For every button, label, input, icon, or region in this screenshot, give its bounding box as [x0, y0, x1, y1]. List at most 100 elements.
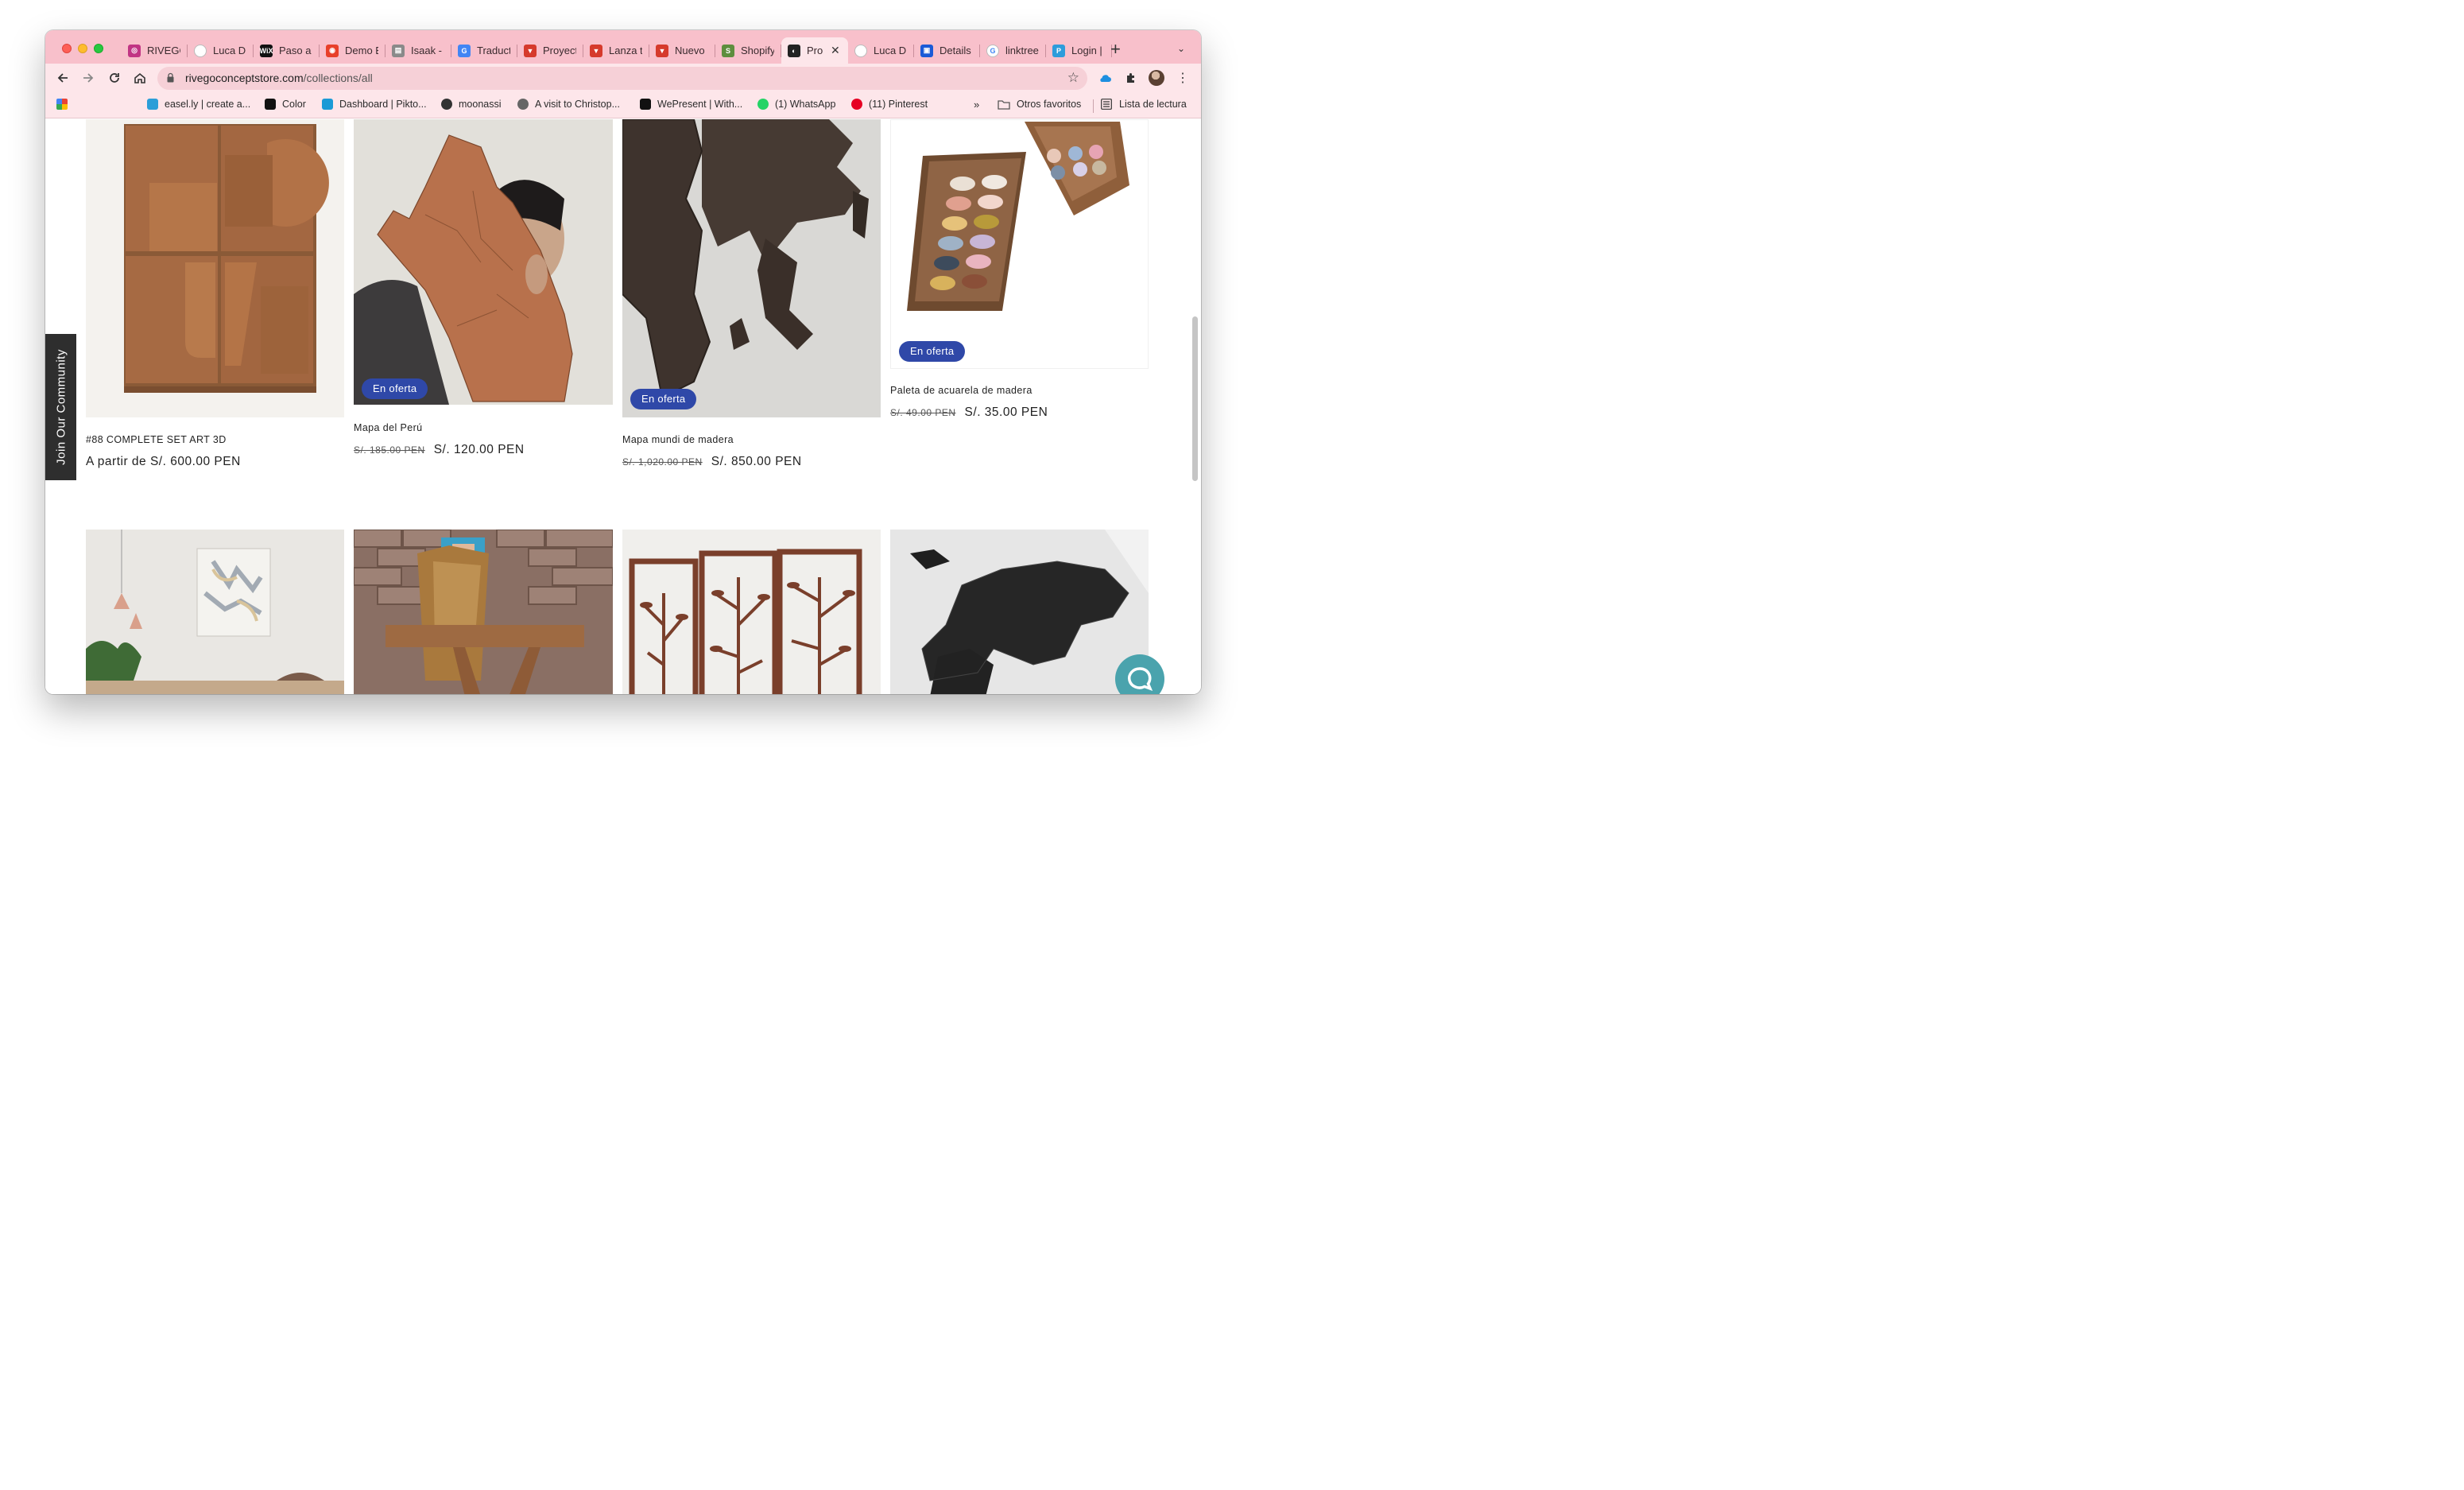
product-image-paleta[interactable]: En oferta: [890, 119, 1149, 369]
tab-label: Proyect: [543, 45, 576, 56]
browser-window: ◎ RIVEGO Luca D WiX Paso a ◉ Demo E ▤ Isaak - G Tr…: [45, 30, 1201, 694]
browser-tab[interactable]: G Traduct: [451, 37, 517, 64]
bookmark-item[interactable]: [56, 99, 74, 110]
product-image-tree-panels[interactable]: [622, 530, 881, 694]
bookmark-item[interactable]: Color: [265, 99, 306, 110]
piktochart-icon: [322, 99, 333, 110]
globe-icon: ◐: [788, 44, 800, 57]
browser-tab[interactable]: ◐ Pro ✕: [781, 37, 848, 64]
reading-list-button[interactable]: Lista de lectura: [1101, 99, 1187, 110]
sale-badge: En oferta: [362, 378, 428, 399]
browser-tab[interactable]: ▣ Details: [914, 37, 980, 64]
document-icon: ▤: [392, 44, 405, 57]
extensions-puzzle-icon[interactable]: [1123, 70, 1139, 86]
tab-search-button[interactable]: ⌄: [1177, 43, 1185, 54]
bookmarks-divider: [1093, 99, 1094, 113]
wepresent-icon: [640, 99, 651, 110]
bookmark-label: easel.ly | create a...: [165, 99, 251, 110]
tab-label: Paso a: [279, 45, 312, 56]
home-button[interactable]: [131, 69, 149, 87]
product-image-chair[interactable]: [354, 530, 613, 694]
tab-list: ◎ RIVEGO Luca D WiX Paso a ◉ Demo E ▤ Isaak - G Tr…: [122, 37, 1112, 64]
bookmark-star-icon[interactable]: ☆: [1067, 70, 1079, 86]
tab-label: Details: [939, 45, 971, 56]
browser-menu-icon[interactable]: ⋮: [1175, 70, 1191, 86]
bookmark-item[interactable]: WePresent | With...: [640, 99, 742, 110]
minimize-window-button[interactable]: [78, 44, 87, 53]
whatsapp-icon: [757, 99, 769, 110]
red-app-icon: ▼: [656, 44, 668, 57]
pitch-icon: ◉: [326, 44, 339, 57]
bookmark-item[interactable]: A visit to Christop...: [517, 99, 620, 110]
browser-tab[interactable]: P Login |: [1046, 37, 1112, 64]
product-title[interactable]: #88 COMPLETE SET ART 3D: [86, 434, 227, 445]
other-bookmarks-folder[interactable]: Otros favoritos: [998, 99, 1081, 110]
bookmark-item[interactable]: easel.ly | create a...: [147, 99, 250, 110]
product-title[interactable]: Paleta de acuarela de madera: [890, 385, 1032, 396]
site-icon: [854, 44, 867, 57]
maximize-window-button[interactable]: [94, 44, 103, 53]
browser-tab[interactable]: S Shopify: [715, 37, 781, 64]
tab-label: RIVEGO: [147, 45, 180, 56]
product-price: S/. 185.00 PEN S/. 120.00 PEN: [354, 443, 525, 457]
browser-tab[interactable]: ◉ Demo E: [320, 37, 385, 64]
back-button[interactable]: [54, 69, 72, 87]
bookmark-item[interactable]: moonassi: [441, 99, 502, 110]
tab-label: linktree: [1005, 45, 1039, 56]
browser-tab[interactable]: Luca D: [848, 37, 914, 64]
easelly-icon: [147, 99, 158, 110]
profile-avatar[interactable]: [1149, 70, 1164, 86]
store-page: #88 COMPLETE SET ART 3D A partir de S/. …: [45, 119, 1201, 694]
browser-tab[interactable]: ▤ Isaak -: [385, 37, 451, 64]
join-community-tab[interactable]: Join Our Community: [45, 334, 76, 480]
product-image-living-room[interactable]: [86, 530, 344, 694]
product-title[interactable]: Mapa mundi de madera: [622, 434, 734, 445]
reload-button[interactable]: [106, 69, 123, 87]
close-window-button[interactable]: [62, 44, 72, 53]
bookmark-item[interactable]: (11) Pinterest: [851, 99, 928, 110]
tab-label: Shopify: [741, 45, 774, 56]
bookmark-item[interactable]: (1) WhatsApp: [757, 99, 835, 110]
apps-grid-icon: [56, 99, 68, 110]
browser-tab[interactable]: ▼ Lanza t: [583, 37, 649, 64]
tab-label: Traduct: [477, 45, 510, 56]
page-scrollbar[interactable]: [1192, 316, 1198, 481]
new-tab-button[interactable]: +: [1110, 41, 1121, 58]
sale-badge: En oferta: [630, 389, 697, 409]
globe-icon: [517, 99, 529, 110]
address-bar[interactable]: rivegoconceptstore.com/collections/all ☆: [157, 67, 1087, 90]
pinterest-icon: [851, 99, 862, 110]
browser-toolbar: rivegoconceptstore.com/collections/all ☆…: [45, 64, 1201, 93]
translate-icon: G: [458, 44, 471, 57]
price-from: A partir de S/. 600.00 PEN: [86, 455, 241, 468]
browser-tab[interactable]: Glinktree: [980, 37, 1046, 64]
browser-tab[interactable]: ◎ RIVEGO: [122, 37, 188, 64]
product-image-black-map[interactable]: [890, 530, 1149, 694]
product-title[interactable]: Mapa del Perú: [354, 422, 423, 433]
tab-label: Lanza t: [609, 45, 642, 56]
forward-button[interactable]: [79, 69, 97, 87]
browser-tab[interactable]: ▼ Proyect: [517, 37, 583, 64]
bookmarks-bar: » Otros favoritos Lista de lectura easel…: [45, 93, 1201, 118]
browser-tab[interactable]: ▼ Nuevo: [649, 37, 715, 64]
product-image-art-3d[interactable]: [86, 119, 344, 417]
cloud-extension-icon[interactable]: [1097, 70, 1113, 86]
url-text: rivegoconceptstore.com/collections/all: [185, 72, 373, 84]
bookmark-label: A visit to Christop...: [535, 99, 620, 110]
details-icon: ▣: [920, 44, 933, 57]
product-image-mapa-mundi[interactable]: En oferta: [622, 119, 881, 417]
close-tab-icon[interactable]: ✕: [831, 44, 840, 57]
bookmarks-overflow-button[interactable]: »: [974, 99, 979, 111]
reading-list-icon: [1101, 99, 1112, 110]
avatar-icon: [441, 99, 452, 110]
browser-tab[interactable]: WiX Paso a: [254, 37, 320, 64]
instagram-icon: ◎: [128, 44, 141, 57]
browser-tab[interactable]: Luca D: [188, 37, 254, 64]
chat-button[interactable]: [1115, 654, 1164, 694]
tab-strip: ◎ RIVEGO Luca D WiX Paso a ◉ Demo E ▤ Isaak - G Tr…: [45, 30, 1201, 64]
product-price: A partir de S/. 600.00 PEN: [86, 455, 241, 469]
product-image-mapa-peru[interactable]: En oferta: [354, 119, 613, 405]
url-path: /collections/all: [303, 72, 373, 84]
compare-price: S/. 185.00 PEN: [354, 444, 425, 456]
bookmark-item[interactable]: Dashboard | Pikto...: [322, 99, 427, 110]
